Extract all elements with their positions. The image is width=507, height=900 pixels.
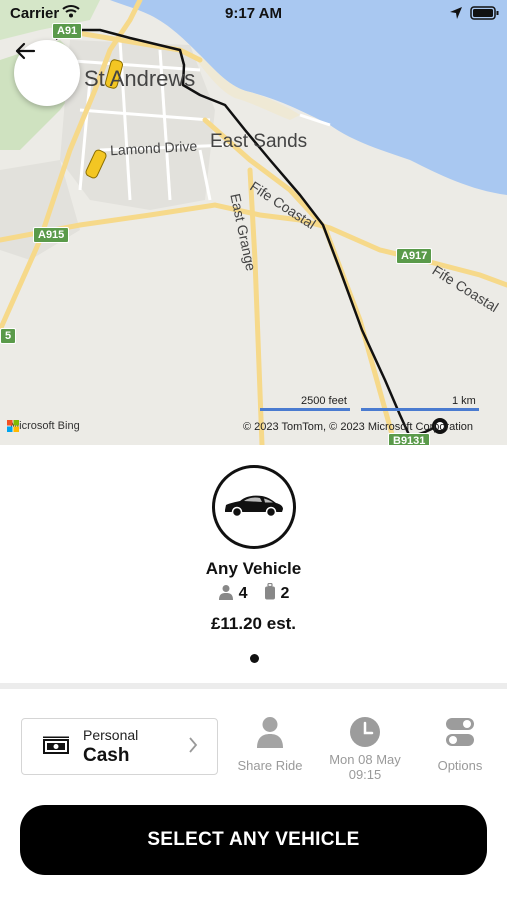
- map-provider-label: Microsoft Bing: [10, 420, 80, 432]
- clock-icon: [349, 716, 381, 751]
- select-vehicle-button[interactable]: SELECT ANY VEHICLE: [20, 805, 487, 875]
- payment-type: Personal: [83, 727, 139, 743]
- map-view[interactable]: Carrier 9:17 AM St Andrews East Sands La…: [0, 0, 507, 445]
- road-shield-5: 5: [0, 328, 17, 344]
- share-ride-label: Share Ride: [237, 758, 303, 773]
- road-shield-a917: A917: [396, 248, 433, 264]
- page-indicator-dot: [250, 654, 259, 663]
- passenger-count: 4: [238, 585, 248, 602]
- person-icon: [255, 716, 285, 751]
- pickup-time-button[interactable]: Mon 08 May 09:15: [322, 714, 408, 782]
- toggle-icon: [445, 716, 475, 751]
- passenger-icon: [218, 584, 234, 605]
- status-time: 9:17 AM: [225, 5, 282, 22]
- scale-bar-feet: [260, 408, 350, 411]
- car-icon: [222, 492, 286, 523]
- pickup-time: 09:15: [348, 767, 382, 782]
- back-button[interactable]: [14, 40, 80, 106]
- vehicle-option[interactable]: [212, 465, 296, 549]
- vehicle-capacity: 4 2: [0, 582, 507, 605]
- map-copyright: © 2023 TomTom, © 2023 Microsoft Corporat…: [243, 421, 474, 433]
- vehicle-price: £11.20 est.: [210, 614, 297, 633]
- scale-feet-label: 2500 feet: [301, 395, 347, 407]
- road-shield-a915: A915: [33, 227, 70, 243]
- payment-selector[interactable]: Personal Cash: [21, 718, 218, 775]
- road-shield-b9131: B9131: [388, 433, 431, 445]
- map-provider: Microsoft Bing: [7, 420, 80, 432]
- status-bar: Carrier 9:17 AM: [0, 0, 507, 28]
- options-button[interactable]: Options: [425, 714, 495, 773]
- payment-method: Cash: [83, 745, 130, 766]
- vehicle-carousel[interactable]: Any Vehicle 4 2 £11.20 est.: [0, 445, 507, 685]
- luggage-icon: [264, 582, 276, 605]
- pickup-date: Mon 08 May: [329, 752, 401, 767]
- map-label-east-sands: East Sands: [210, 131, 308, 152]
- share-ride-button[interactable]: Share Ride: [232, 714, 308, 773]
- vehicle-name: Any Vehicle: [205, 559, 302, 578]
- scale-km-label: 1 km: [452, 395, 476, 407]
- luggage-count: 2: [280, 585, 290, 602]
- section-divider: [0, 683, 507, 689]
- options-label: Options: [437, 758, 483, 773]
- cash-icon: [42, 736, 70, 761]
- map-label-town: St Andrews: [84, 66, 196, 91]
- chevron-right-icon: [188, 736, 198, 759]
- scale-bar-km: [361, 408, 479, 411]
